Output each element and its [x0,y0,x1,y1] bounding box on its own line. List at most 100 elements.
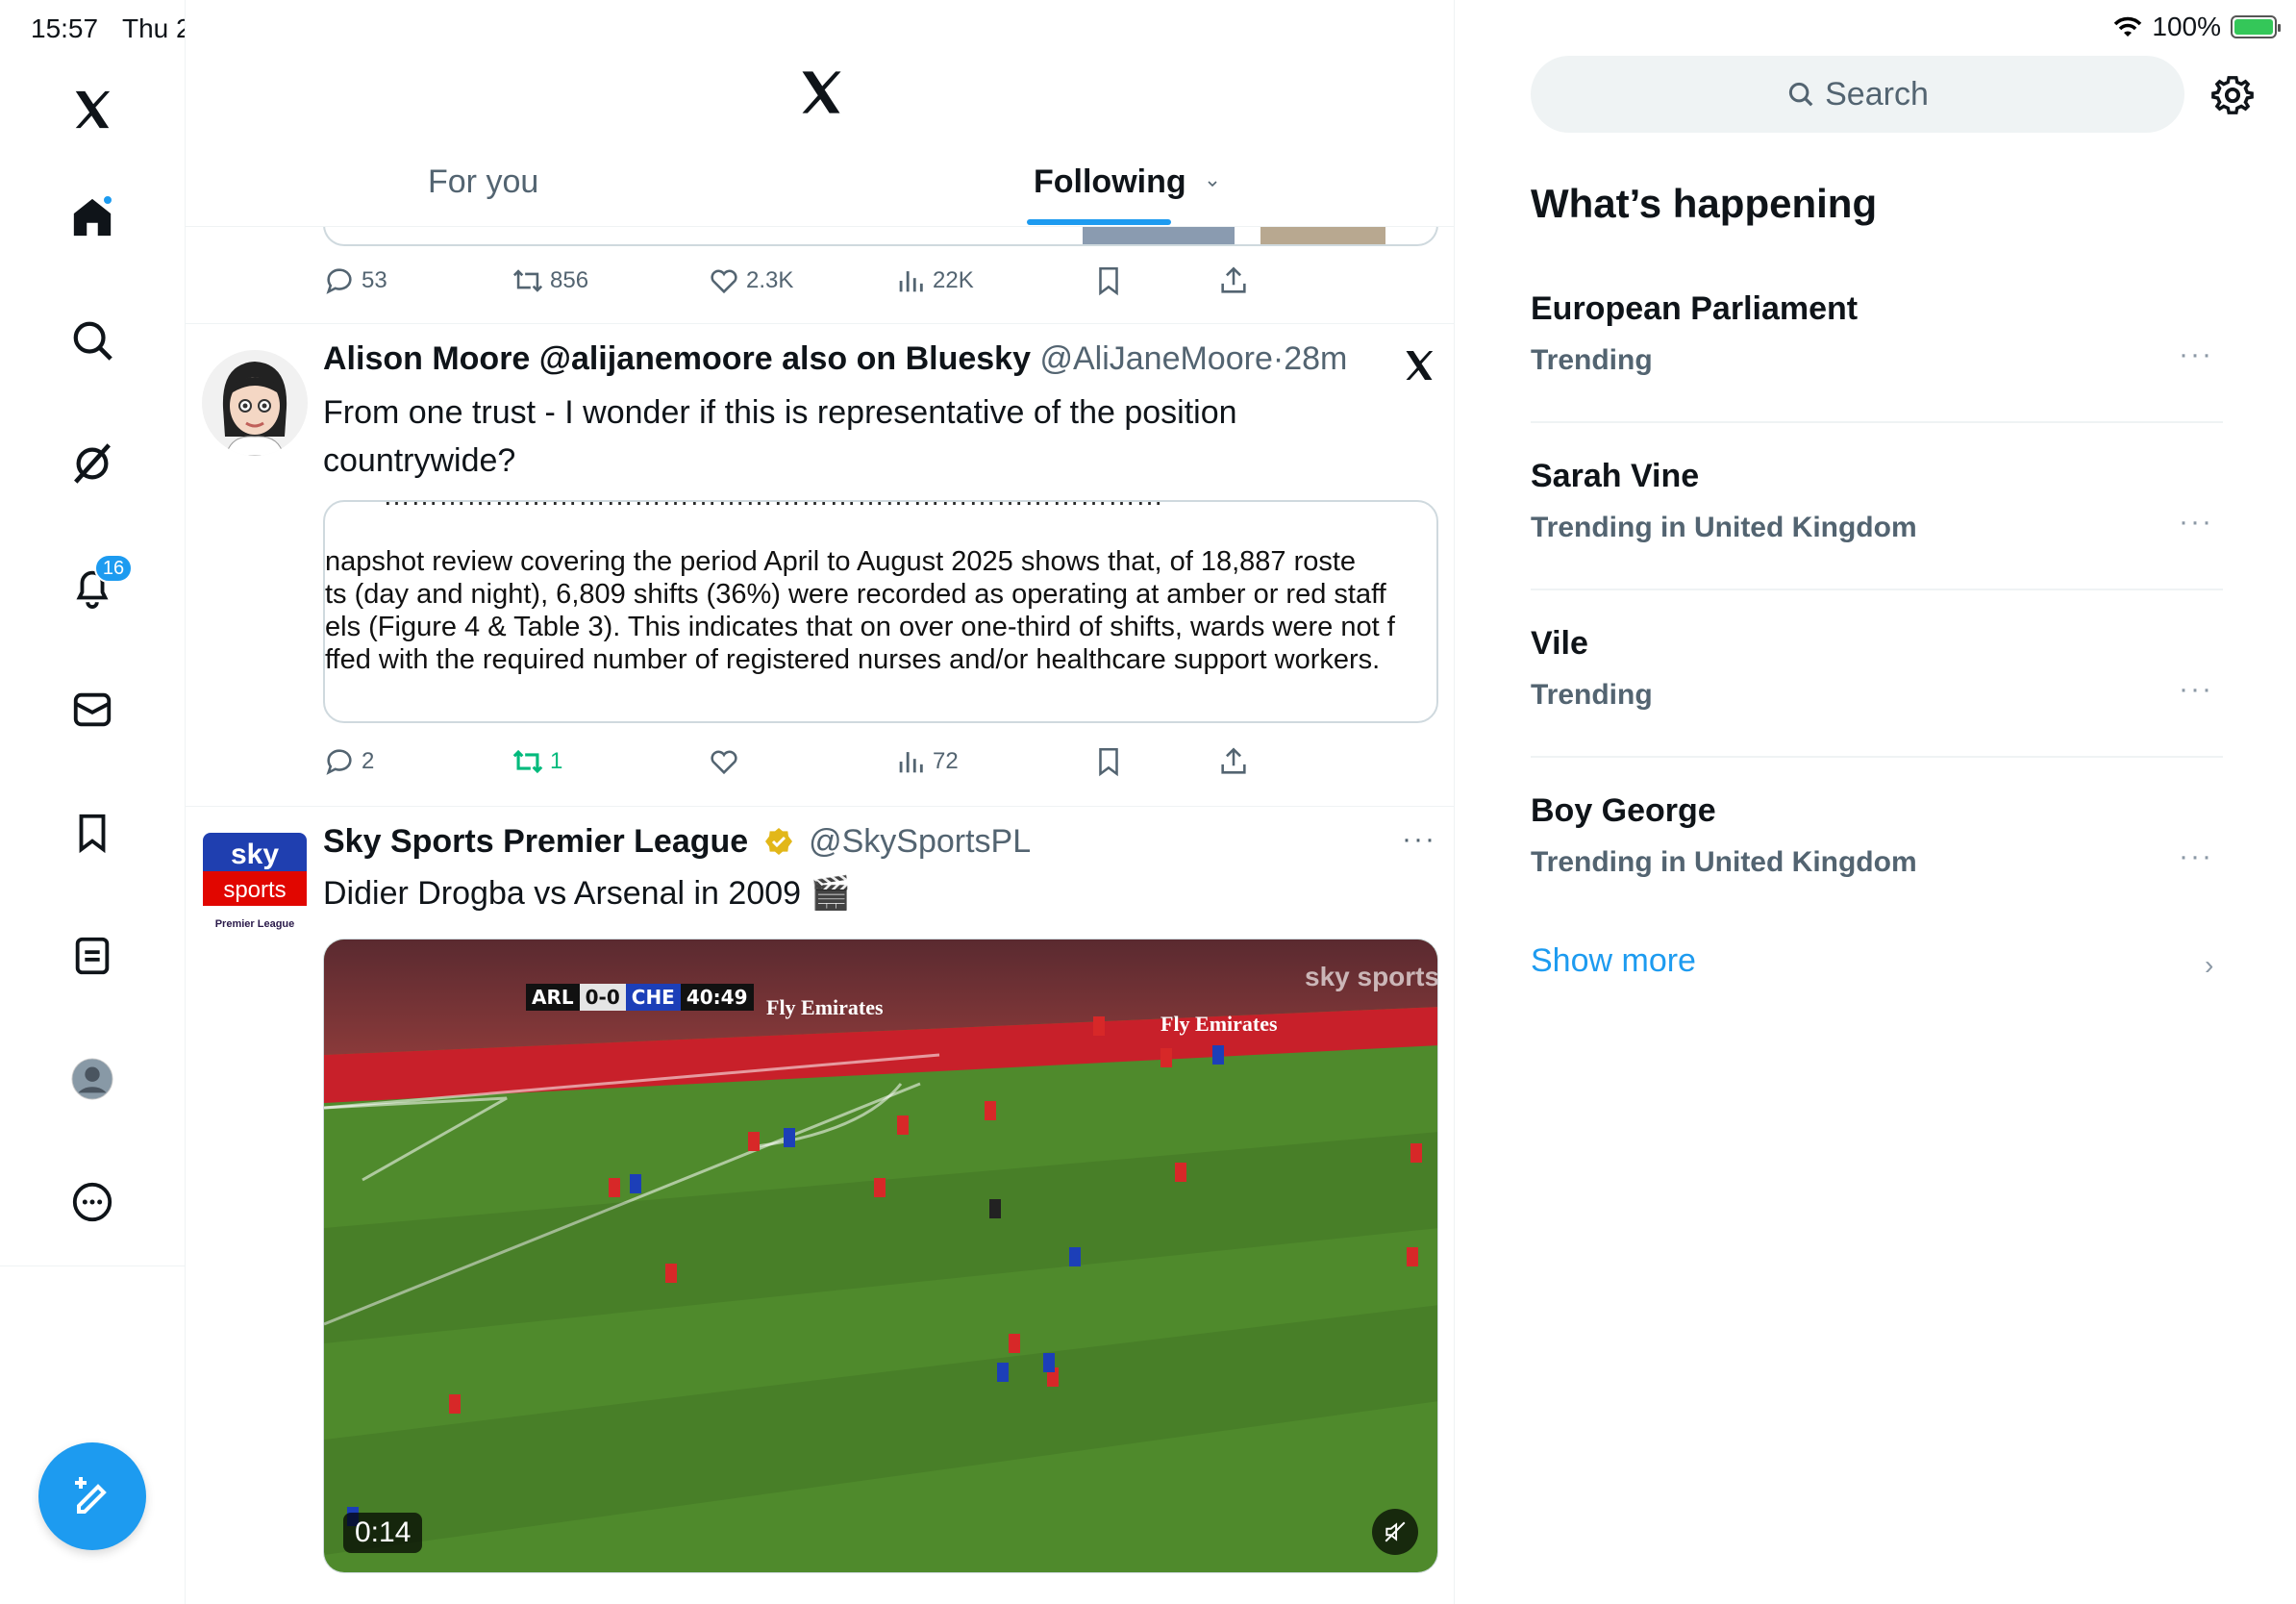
sidebar-item-notifications[interactable]: 16 [54,548,133,625]
trend-name: Boy George [1531,792,1716,829]
avatar[interactable] [202,350,308,456]
tweet-actions: 2 1 72 [323,740,1285,783]
tweet-header: Sky Sports Premier League @SkySportsPL [323,823,1031,861]
search-placeholder: Search [1825,75,1929,113]
score-value: 0-0 [579,984,626,1011]
like-button[interactable] [708,740,740,783]
gear-icon[interactable] [2210,73,2255,117]
ad-board-text: Fly Emirates [1160,1012,1278,1036]
trend-item[interactable]: Boy George Trending in United Kingdom ··… [1531,792,2223,960]
video-duration: 0:14 [343,1513,423,1553]
avatar[interactable]: sky sports Premier League [203,833,307,937]
reply-count: 53 [362,267,387,293]
reply-button[interactable]: 53 [323,260,387,302]
like-button[interactable]: 2.3K [708,260,793,302]
trend-divider [1531,756,2223,758]
trend-more-button[interactable]: ··· [2179,506,2213,539]
bookmark-icon [1099,266,1118,296]
views-count: 22K [933,267,974,293]
broadcaster-watermark: sky sports [1305,962,1438,991]
previous-tweet-actions: 53 856 2.3K 22K [323,260,1285,302]
new-posts-dot [102,194,113,206]
tweet-header: Alison Moore @alijanemoore also on Blues… [323,340,1347,378]
sidebar-item-messages[interactable] [54,671,131,748]
handle[interactable]: @SkySportsPL [809,823,1031,860]
tweet-image[interactable]: ………………………………………………………………………… napshot rev… [323,500,1438,723]
trend-item[interactable]: Vile Trending ··· [1531,625,2223,792]
trend-more-button[interactable]: ··· [2179,673,2213,706]
cartoon-avatar-icon [202,350,308,456]
reply-icon [326,268,352,294]
reply-count: 2 [362,748,375,774]
bookmark-button[interactable] [1092,740,1125,783]
repost-button[interactable]: 856 [512,260,588,302]
video-frame: Fly Emirates Fly Emirates sky sports [324,940,1438,1572]
reply-button[interactable]: 2 [323,740,374,783]
bookmark-button[interactable] [1092,260,1125,302]
handle[interactable]: @AliJaneMoore [1039,340,1272,377]
trend-meta: Trending in United Kingdom [1531,512,1917,543]
reply-icon [326,749,352,775]
sidebar-item-logo[interactable] [54,71,131,148]
image-text-line: napshot review covering the period April… [325,546,1357,577]
show-more-link[interactable]: Show more [1531,942,1696,980]
more-options-button[interactable]: ··· [1402,823,1436,856]
image-text-line: ts (day and night), 6,809 shifts (36%) w… [325,579,1386,610]
tweet-video[interactable]: Fly Emirates Fly Emirates sky sports ARL… [323,939,1438,1573]
score-away-team: CHE [625,984,681,1011]
sidebar-item-bookmarks[interactable] [54,794,131,871]
section-title: What’s happening [1531,181,1878,226]
repost-button[interactable]: 1 [512,740,562,783]
score-overlay: ARL 0-0 CHE 40:49 [526,984,754,1011]
separator-dot: · [1272,340,1285,377]
trend-more-button[interactable]: ··· [2179,840,2213,873]
trend-divider [1531,589,2223,590]
sidebar-item-explore[interactable] [54,302,131,379]
heart-icon [711,750,737,775]
x-logo-icon[interactable] [1402,348,1436,383]
views-button[interactable]: 22K [894,260,974,302]
views-count: 72 [933,748,959,774]
trend-item[interactable]: Sarah Vine Trending in United Kingdom ··… [1531,458,2223,625]
sidebar-item-grok[interactable] [54,425,131,502]
display-name[interactable]: Sky Sports Premier League [323,823,748,860]
previous-tweet-image [1083,227,1235,244]
bookmark-icon [79,814,106,854]
share-button[interactable] [1217,260,1250,302]
mute-button[interactable] [1372,1509,1418,1555]
trend-meta: Trending [1531,679,1653,711]
sidebar-item-home[interactable] [54,179,131,256]
timestamp[interactable]: 28m [1284,340,1347,377]
chevron-down-icon [1208,181,1217,188]
tweet-actions-partial [323,1587,1285,1604]
like-count: 2.3K [746,267,794,293]
compose-post-button[interactable] [38,1442,146,1550]
active-tab-indicator [1027,219,1171,225]
trend-item[interactable]: European Parliament Trending ··· [1531,290,2223,458]
share-button[interactable] [1217,740,1250,783]
trend-divider [1531,421,2223,423]
search-input[interactable]: Search [1531,56,2184,133]
repost-count: 1 [550,748,563,774]
sidebar-item-lists[interactable] [54,917,131,994]
share-icon [1221,266,1246,293]
sidebar-item-profile[interactable] [54,1040,131,1117]
image-text-cutoff: ………………………………………………………………………… [383,706,1163,723]
sidebar-item-more[interactable] [54,1164,131,1241]
trend-more-button[interactable]: ··· [2179,338,2213,371]
sidebar-nav: 16 [0,0,186,1604]
views-button[interactable]: 72 [894,740,959,783]
timeline: 53 856 2.3K 22K Alison Moore @alijanemoo… [186,0,1455,1604]
muted-speaker-icon [1385,1521,1406,1542]
tweet-divider [186,323,1454,324]
right-sidebar: Search What’s happening European Parliam… [1455,0,2296,1604]
x-logo-icon[interactable] [796,67,846,117]
notifications-badge: 16 [94,554,133,583]
tab-following[interactable]: Following [1034,163,1218,212]
views-icon [899,271,923,292]
x-logo-icon [75,90,111,129]
tab-for-you[interactable]: For you [428,163,538,212]
display-name[interactable]: Alison Moore @alijanemoore also on Blues… [323,340,1031,377]
avatar-logo-text: sky [231,839,279,870]
mail-icon [73,692,112,727]
